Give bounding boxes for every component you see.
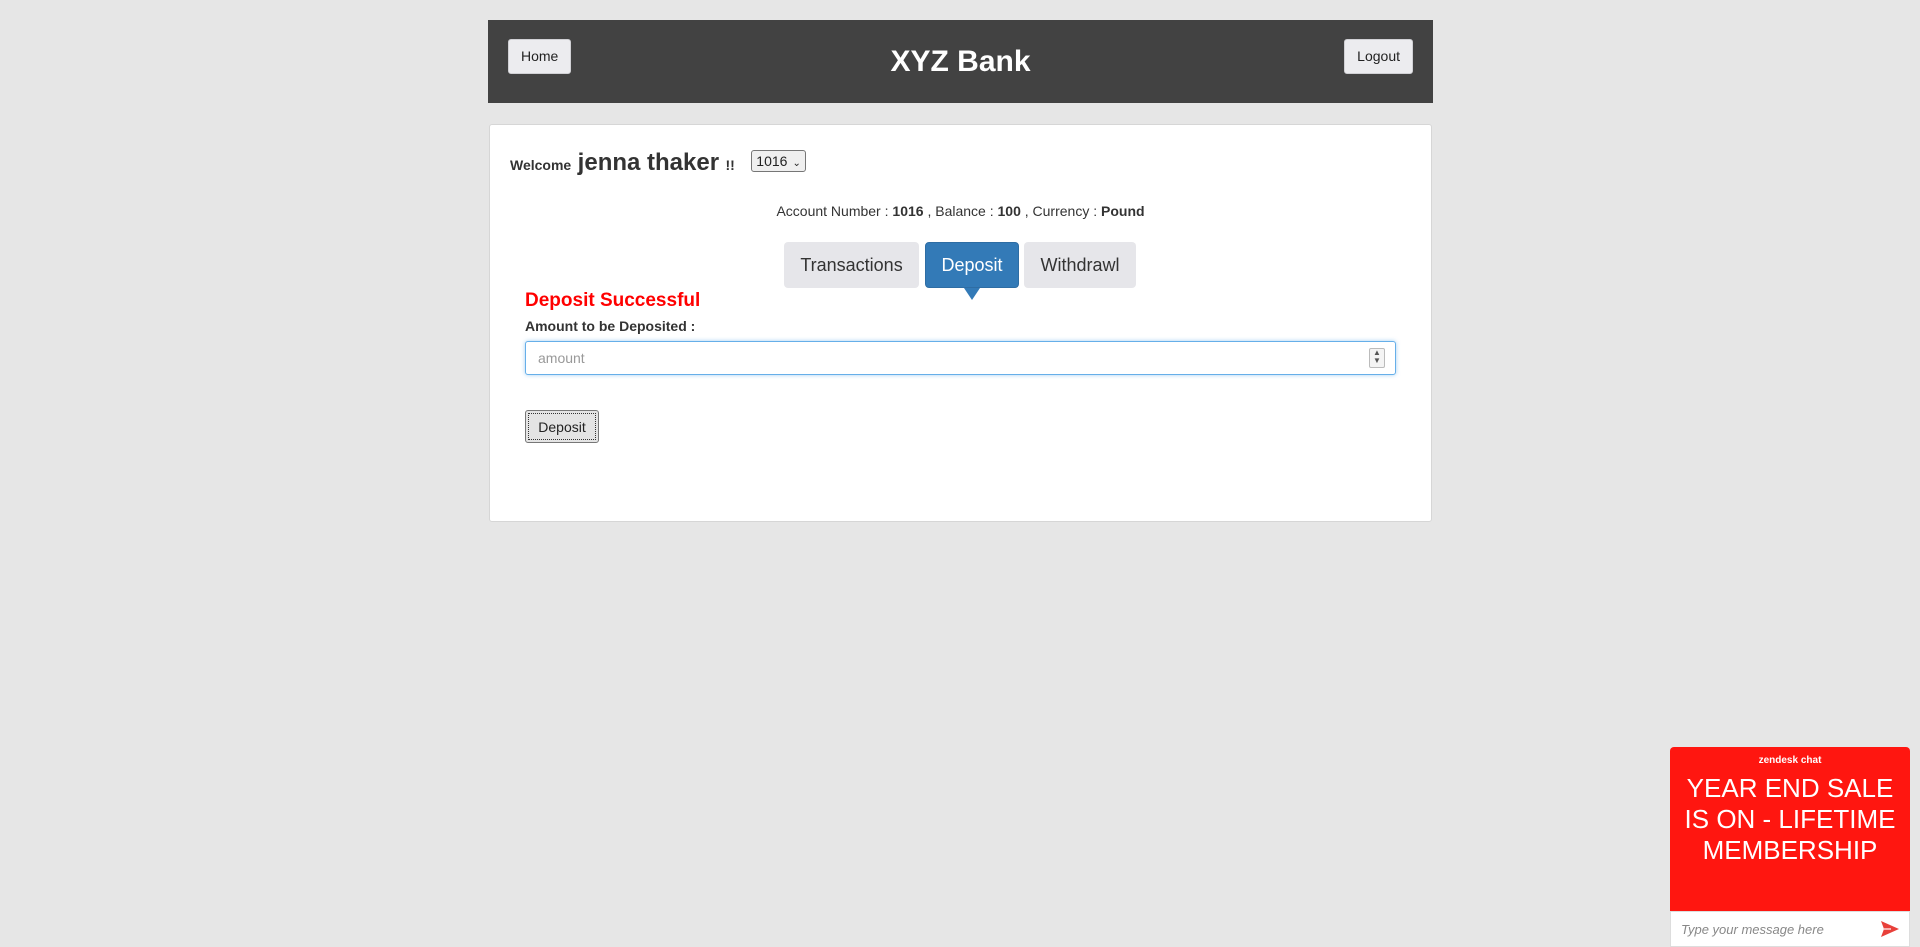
amount-field: ▲▼ bbox=[525, 341, 1396, 375]
number-spinner-icon[interactable]: ▲ ▼ bbox=[1369, 348, 1385, 368]
account-select[interactable]: 1016 ⌄ bbox=[751, 150, 806, 172]
deposit-success-message: Deposit Successful bbox=[525, 290, 701, 311]
currency-label: , Currency : bbox=[1024, 203, 1098, 219]
account-number-label: Account Number : bbox=[776, 203, 889, 219]
welcome-label: Welcome bbox=[510, 157, 572, 173]
chat-input-bar bbox=[1670, 911, 1910, 947]
balance-label: , Balance : bbox=[927, 203, 994, 219]
account-number: 1016 bbox=[892, 203, 924, 219]
chat-widget: zendesk chat YEAR END SALE IS ON - LIFET… bbox=[1670, 747, 1910, 947]
chat-message-input[interactable] bbox=[1671, 912, 1871, 946]
page: Home XYZ Bank Logout Welcome jenna thake… bbox=[0, 0, 1920, 947]
chevron-down-icon: ⌄ bbox=[792, 158, 801, 169]
bank-title: XYZ Bank bbox=[890, 45, 1031, 78]
chat-brand: zendesk chat bbox=[1758, 755, 1822, 766]
amount-input[interactable] bbox=[526, 342, 1346, 374]
active-tab-caret-icon bbox=[964, 288, 980, 300]
welcome-suffix: !! bbox=[725, 157, 735, 173]
chat-promo-banner[interactable]: YEAR END SALE IS ON - LIFETIME MEMBERSHI… bbox=[1676, 773, 1904, 866]
tab-deposit[interactable]: Deposit bbox=[925, 242, 1019, 288]
account-info: Account Number : 1016 , Balance : 100 , … bbox=[490, 203, 1431, 219]
logout-button[interactable]: Logout bbox=[1344, 39, 1413, 74]
amount-label: Amount to be Deposited : bbox=[525, 318, 696, 334]
deposit-submit-button[interactable]: Deposit bbox=[525, 410, 599, 443]
top-header: Home XYZ Bank Logout bbox=[488, 20, 1433, 103]
currency-value: Pound bbox=[1101, 203, 1145, 219]
welcome-line: Welcome jenna thaker !! 1016 ⌄ bbox=[510, 149, 806, 177]
account-select-value: 1016 bbox=[756, 153, 788, 169]
tab-transactions[interactable]: Transactions bbox=[784, 242, 919, 288]
send-arrow-icon[interactable] bbox=[1881, 921, 1899, 937]
tab-withdrawl[interactable]: Withdrawl bbox=[1024, 242, 1136, 288]
customer-name: jenna thaker bbox=[577, 149, 720, 176]
account-card: Welcome jenna thaker !! 1016 ⌄ Account Nu… bbox=[489, 124, 1432, 522]
balance-value: 100 bbox=[997, 203, 1021, 219]
